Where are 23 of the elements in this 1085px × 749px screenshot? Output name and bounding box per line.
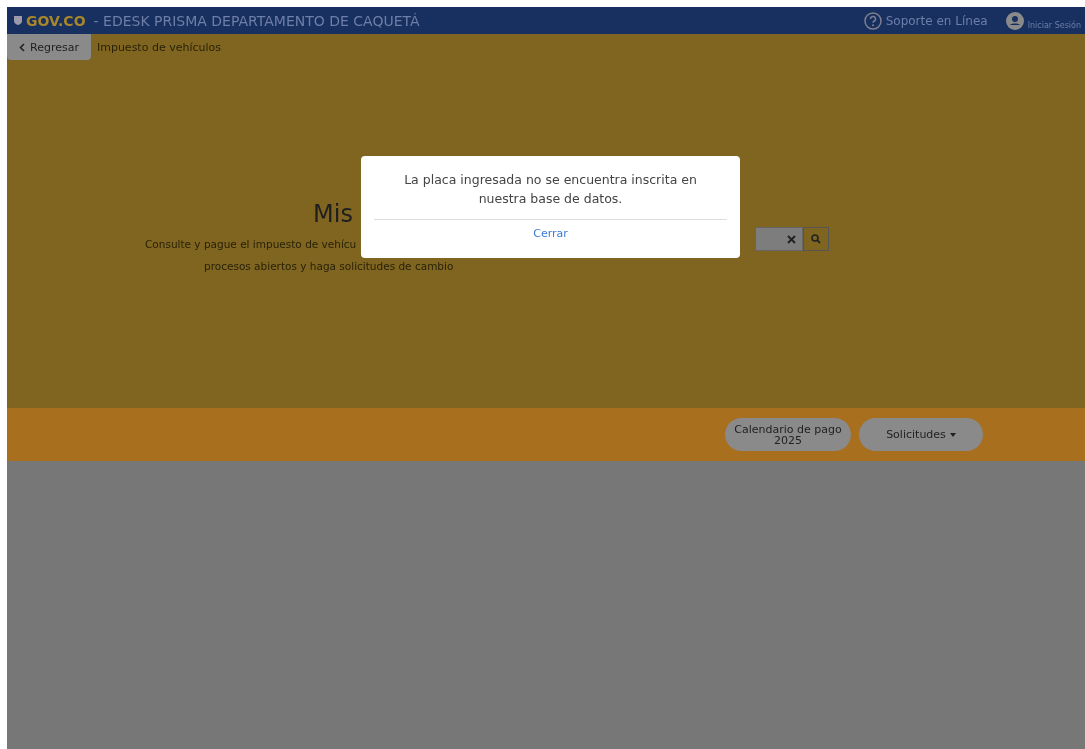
calendar-button[interactable]: Calendario de pago 2025 (725, 418, 851, 451)
support-link[interactable]: Soporte en Línea (863, 11, 988, 30)
close-link[interactable]: Cerrar (533, 227, 568, 240)
chevron-left-icon (19, 42, 25, 52)
user-icon (1005, 11, 1024, 30)
alert-message: La placa ingresada no se encuentra inscrita en nuestra base de datos. (403, 171, 698, 208)
description-text: Consulte y pague el impuesto de vehícu (145, 238, 357, 250)
breadcrumb: Impuesto de vehículos (96, 40, 221, 54)
gov-logo[interactable]: GOV.CO (13, 12, 86, 29)
login-link[interactable]: Iniciar Sesión (1005, 11, 1081, 30)
help-icon (863, 11, 882, 30)
caret-icon (949, 432, 956, 437)
page-heading: Mis (313, 200, 353, 228)
search-icon (811, 234, 821, 244)
shield-icon (13, 15, 23, 26)
clear-icon (787, 234, 796, 244)
logo-text: GOV.CO (26, 12, 86, 29)
requests-dropdown-button[interactable]: Solicitudes (859, 418, 983, 451)
back-button[interactable]: Regresar (7, 34, 91, 60)
plate-input-field[interactable] (755, 227, 803, 251)
site-title: - EDESK PRISMA DEPARTAMENTO DE CAQUETÁ (93, 12, 421, 29)
description-text: procesos abiertos y haga solicitudes de cambio (204, 260, 454, 272)
search-button[interactable] (803, 227, 829, 251)
